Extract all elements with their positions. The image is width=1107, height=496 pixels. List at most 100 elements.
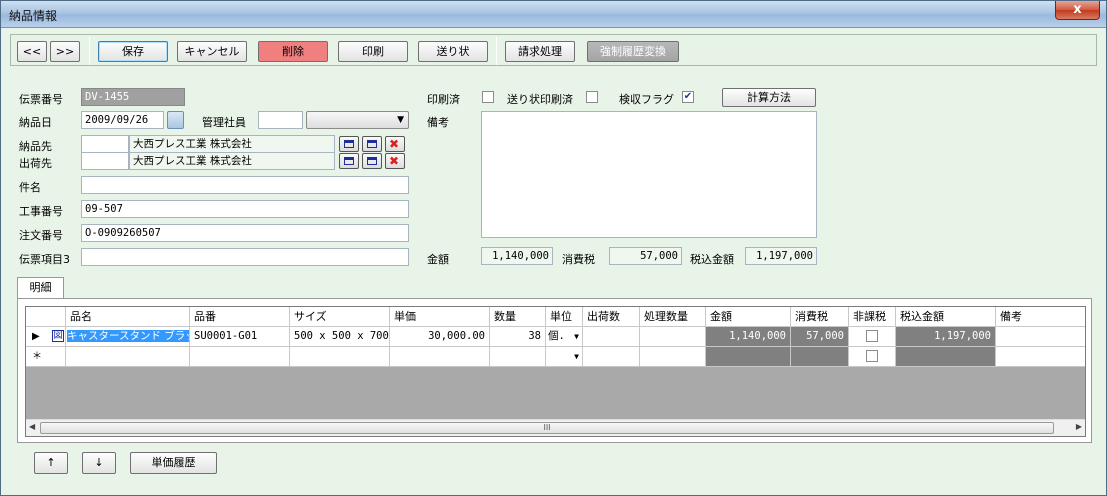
ship-from-code-field[interactable]: [81, 152, 129, 170]
col-header-total[interactable]: 税込金額: [896, 307, 996, 327]
deliver-to-clear-button[interactable]: ✖: [385, 136, 405, 152]
item3-field[interactable]: [81, 248, 409, 266]
col-header-note[interactable]: 備考: [996, 307, 1085, 327]
ship-from-clear-button[interactable]: ✖: [385, 153, 405, 169]
save-button[interactable]: 保存: [98, 41, 168, 62]
printed-checkbox[interactable]: [482, 91, 494, 103]
new-cell-name[interactable]: [66, 347, 190, 367]
new-cell-note[interactable]: [996, 347, 1085, 367]
cell-unit-select[interactable]: 個. ▼: [546, 327, 583, 347]
scroll-left-icon[interactable]: ◀: [29, 422, 35, 431]
new-cell-processed[interactable]: [640, 347, 706, 367]
amount-label: 金額: [427, 253, 449, 266]
deliver-to-code-field[interactable]: [81, 135, 129, 153]
new-cell-taxfree[interactable]: [849, 347, 896, 367]
chevron-down-icon: ▼: [574, 332, 579, 341]
col-header-shipped[interactable]: 出荷数: [583, 307, 640, 327]
amount-field: 1,140,000: [481, 247, 553, 265]
deliver-to-name-field: 大西プレス工業 株式会社: [129, 135, 335, 153]
col-header-qty[interactable]: 数量: [490, 307, 546, 327]
tab-details[interactable]: 明細: [17, 277, 64, 299]
taxfree-checkbox[interactable]: [866, 330, 878, 342]
total-label: 税込金額: [690, 253, 734, 266]
new-cell-size[interactable]: [290, 347, 390, 367]
new-cell-shipped[interactable]: [583, 347, 640, 367]
new-taxfree-checkbox[interactable]: [866, 350, 878, 362]
tax-label: 消費税: [562, 253, 595, 266]
manager-select[interactable]: ▼: [306, 111, 409, 129]
deliver-to-search-button[interactable]: [339, 136, 359, 152]
close-icon: ✖: [389, 137, 400, 151]
slip-printed-checkbox[interactable]: [586, 91, 598, 103]
subject-field[interactable]: [81, 176, 409, 194]
close-button[interactable]: x: [1055, 1, 1100, 20]
remarks-textarea[interactable]: [481, 111, 817, 238]
billing-button[interactable]: 請求処理: [505, 41, 575, 62]
window-icon: [367, 140, 377, 148]
prev-record-button[interactable]: <<: [17, 41, 47, 62]
new-cell-code[interactable]: [190, 347, 290, 367]
new-cell-tax: [791, 347, 849, 367]
new-cell-price[interactable]: [390, 347, 490, 367]
image-badge-icon[interactable]: 図: [52, 330, 64, 342]
manager-code-field[interactable]: [258, 111, 303, 129]
toolbar-separator: [89, 37, 90, 65]
cell-price[interactable]: 30,000.00: [390, 327, 490, 347]
col-header-processed[interactable]: 処理数量: [640, 307, 706, 327]
row-header-corner: [26, 307, 66, 327]
delete-button[interactable]: 削除: [258, 41, 328, 62]
delivery-date-label: 納品日: [19, 116, 52, 129]
order-no-field[interactable]: O-0909260507: [81, 224, 409, 242]
scroll-thumb[interactable]: III: [40, 422, 1054, 434]
price-history-button[interactable]: 単価履歴: [130, 452, 217, 474]
move-down-button[interactable]: ↓: [82, 452, 116, 474]
scroll-right-icon[interactable]: ▶: [1076, 422, 1082, 431]
deliver-to-open-button[interactable]: [362, 136, 382, 152]
ship-from-name-field: 大西プレス工業 株式会社: [129, 152, 335, 170]
cell-shipped[interactable]: [583, 327, 640, 347]
col-header-unit[interactable]: 単位: [546, 307, 583, 327]
cell-processed[interactable]: [640, 327, 706, 347]
new-row-header[interactable]: ＊: [26, 347, 66, 367]
row-header[interactable]: ▶ 図: [26, 327, 66, 347]
col-header-code[interactable]: 品番: [190, 307, 290, 327]
col-header-price[interactable]: 単価: [390, 307, 490, 327]
col-header-taxfree[interactable]: 非課税: [849, 307, 896, 327]
slip-no-label: 伝票番号: [19, 93, 63, 106]
delivery-date-field[interactable]: 2009/09/26: [81, 111, 164, 129]
cell-total: 1,197,000: [896, 327, 996, 347]
check-icon: ✔: [683, 91, 693, 102]
cell-name-text: キャスタースタンド ブラック: [67, 330, 189, 342]
title-bar[interactable]: 納品情報 x: [1, 1, 1106, 28]
next-record-button[interactable]: >>: [50, 41, 80, 62]
horizontal-scrollbar[interactable]: ◀ III ▶: [26, 419, 1085, 436]
new-cell-qty[interactable]: [490, 347, 546, 367]
cell-name[interactable]: キャスタースタンド ブラック: [66, 327, 190, 347]
tax-field: 57,000: [609, 247, 682, 265]
cancel-button[interactable]: キャンセル: [177, 41, 247, 62]
order-no-label: 注文番号: [19, 229, 63, 242]
cell-qty[interactable]: 38: [490, 327, 546, 347]
printed-label: 印刷済: [427, 93, 460, 106]
calendar-button[interactable]: [167, 111, 184, 129]
col-header-tax[interactable]: 消費税: [791, 307, 849, 327]
cell-taxfree[interactable]: [849, 327, 896, 347]
col-header-name[interactable]: 品名: [66, 307, 190, 327]
force-history-button[interactable]: 強制履歴変換: [587, 41, 679, 62]
calc-method-button[interactable]: 計算方法: [722, 88, 816, 107]
col-header-size[interactable]: サイズ: [290, 307, 390, 327]
window-icon: [367, 157, 377, 165]
ship-from-search-button[interactable]: [339, 153, 359, 169]
print-button[interactable]: 印刷: [338, 41, 408, 62]
col-header-amount[interactable]: 金額: [706, 307, 791, 327]
move-up-button[interactable]: ↑: [34, 452, 68, 474]
inspected-checkbox[interactable]: ✔: [682, 91, 694, 103]
work-no-field[interactable]: 09-507: [81, 200, 409, 218]
cell-note[interactable]: [996, 327, 1085, 347]
slip-button[interactable]: 送り状: [418, 41, 488, 62]
ship-from-open-button[interactable]: [362, 153, 382, 169]
cell-size[interactable]: 500 x 500 x 700: [290, 327, 390, 347]
new-cell-unit-select[interactable]: ▼: [546, 347, 583, 367]
cell-code[interactable]: SU0001-G01: [190, 327, 290, 347]
cell-unit: 個.: [548, 330, 565, 342]
